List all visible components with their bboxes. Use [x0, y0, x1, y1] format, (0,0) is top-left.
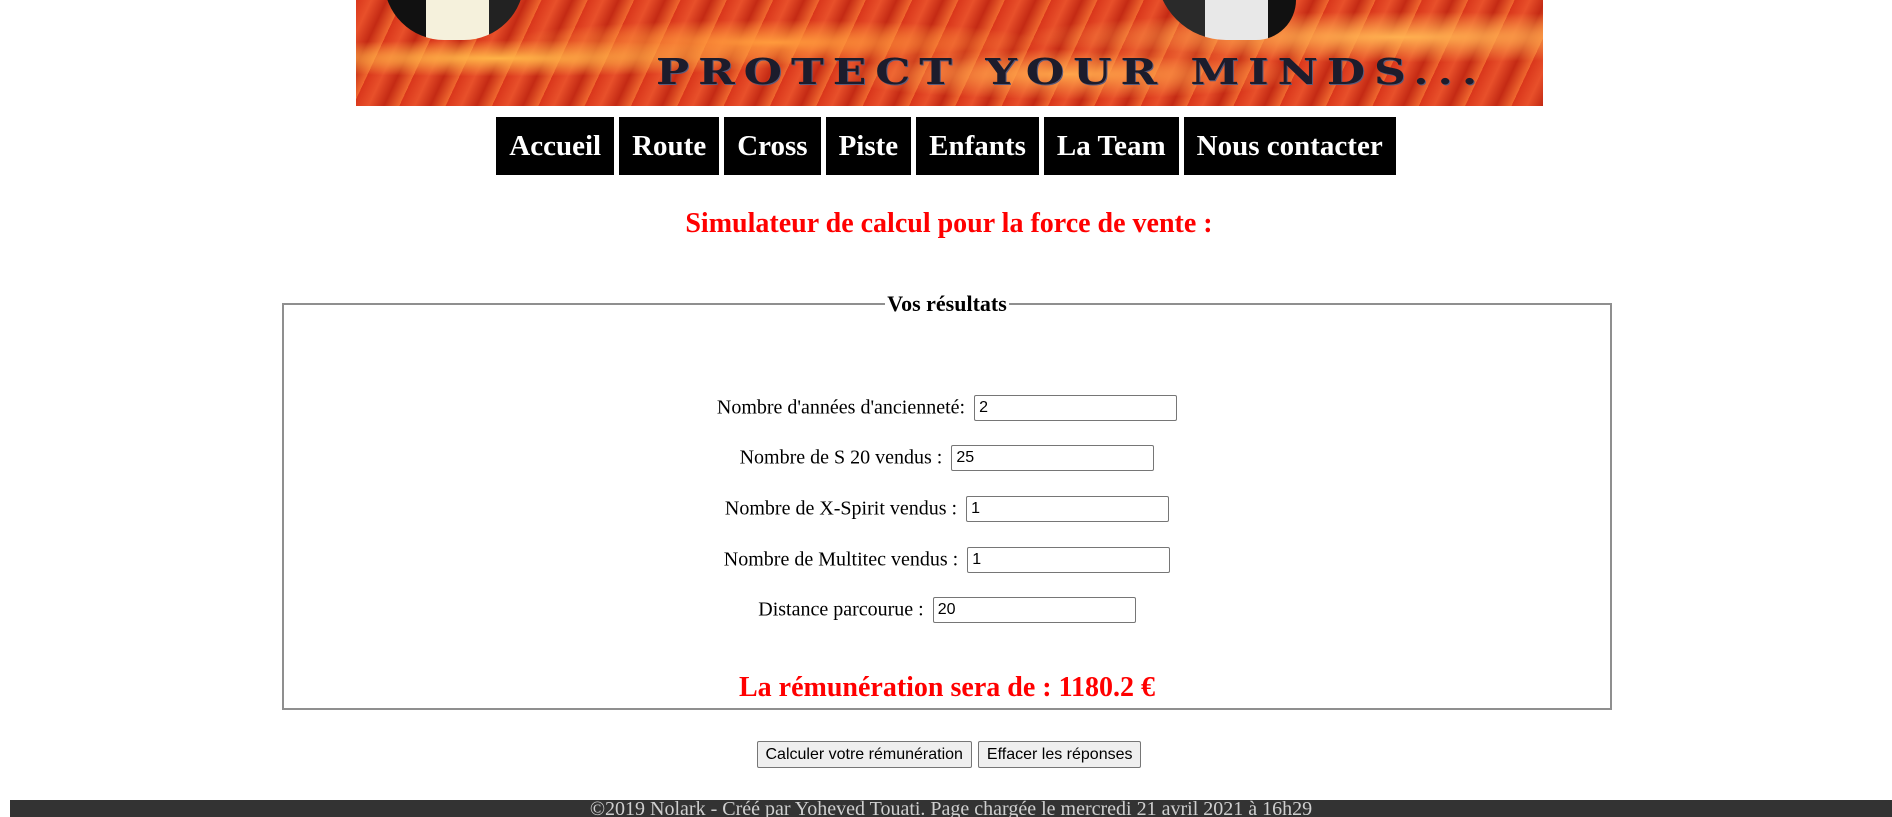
page-title: Simulateur de calcul pour la force de ve…: [685, 208, 1213, 239]
main-navigation: Accueil Route Cross Piste Enfants La Tea…: [0, 117, 1892, 175]
results-fieldset: Vos résultats Nombre d'années d'ancienne…: [282, 291, 1612, 710]
xspirit-input[interactable]: [966, 496, 1170, 522]
page-footer: ©2019 Nolark - Créé par Yoheved Touati. …: [10, 800, 1892, 817]
nav-item-route[interactable]: Route: [619, 117, 720, 175]
banner-slogan: PROTECT YOUR MINDS...: [656, 52, 1487, 93]
distance-label: Distance parcourue :: [758, 598, 924, 621]
multitec-input[interactable]: [967, 547, 1171, 573]
distance-input[interactable]: [932, 597, 1136, 623]
nav-item-accueil[interactable]: Accueil: [496, 117, 615, 175]
results-legend: Vos résultats: [887, 291, 1007, 316]
calculate-button[interactable]: Calculer votre rémunération: [756, 741, 972, 768]
header-banner: PROTECT YOUR MINDS...: [356, 0, 1543, 106]
nav-item-piste[interactable]: Piste: [825, 117, 912, 175]
nav-item-nous-contacter[interactable]: Nous contacter: [1183, 117, 1396, 175]
helmet-image-left: [384, 0, 524, 40]
remuneration-result: La rémunération sera de : 1180.2 €: [738, 672, 1156, 703]
field-row-xspirit: Nombre de X-Spirit vendus :: [284, 496, 1610, 522]
nav-item-cross[interactable]: Cross: [724, 117, 821, 175]
field-row-s20: Nombre de S 20 vendus :: [284, 445, 1610, 471]
reset-button[interactable]: Effacer les réponses: [977, 741, 1142, 768]
xspirit-label: Nombre de X-Spirit vendus :: [724, 497, 958, 520]
multitec-label: Nombre de Multitec vendus :: [723, 548, 959, 571]
footer-text: ©2019 Nolark - Créé par Yoheved Touati. …: [589, 800, 1313, 817]
field-row-anciennete: Nombre d'années d'ancienneté:: [284, 395, 1610, 421]
helmet-image-right: [1156, 0, 1296, 40]
nav-item-la-team[interactable]: La Team: [1043, 117, 1179, 175]
field-row-distance: Distance parcourue :: [284, 597, 1610, 623]
nav-item-enfants[interactable]: Enfants: [916, 117, 1039, 175]
field-row-multitec: Nombre de Multitec vendus :: [284, 547, 1610, 573]
anciennete-input[interactable]: [974, 395, 1178, 421]
s20-label: Nombre de S 20 vendus :: [739, 446, 943, 469]
anciennete-label: Nombre d'années d'ancienneté:: [716, 396, 966, 419]
form-actions: Calculer votre rémunération Effacer les …: [0, 741, 1892, 768]
s20-input[interactable]: [951, 445, 1155, 471]
